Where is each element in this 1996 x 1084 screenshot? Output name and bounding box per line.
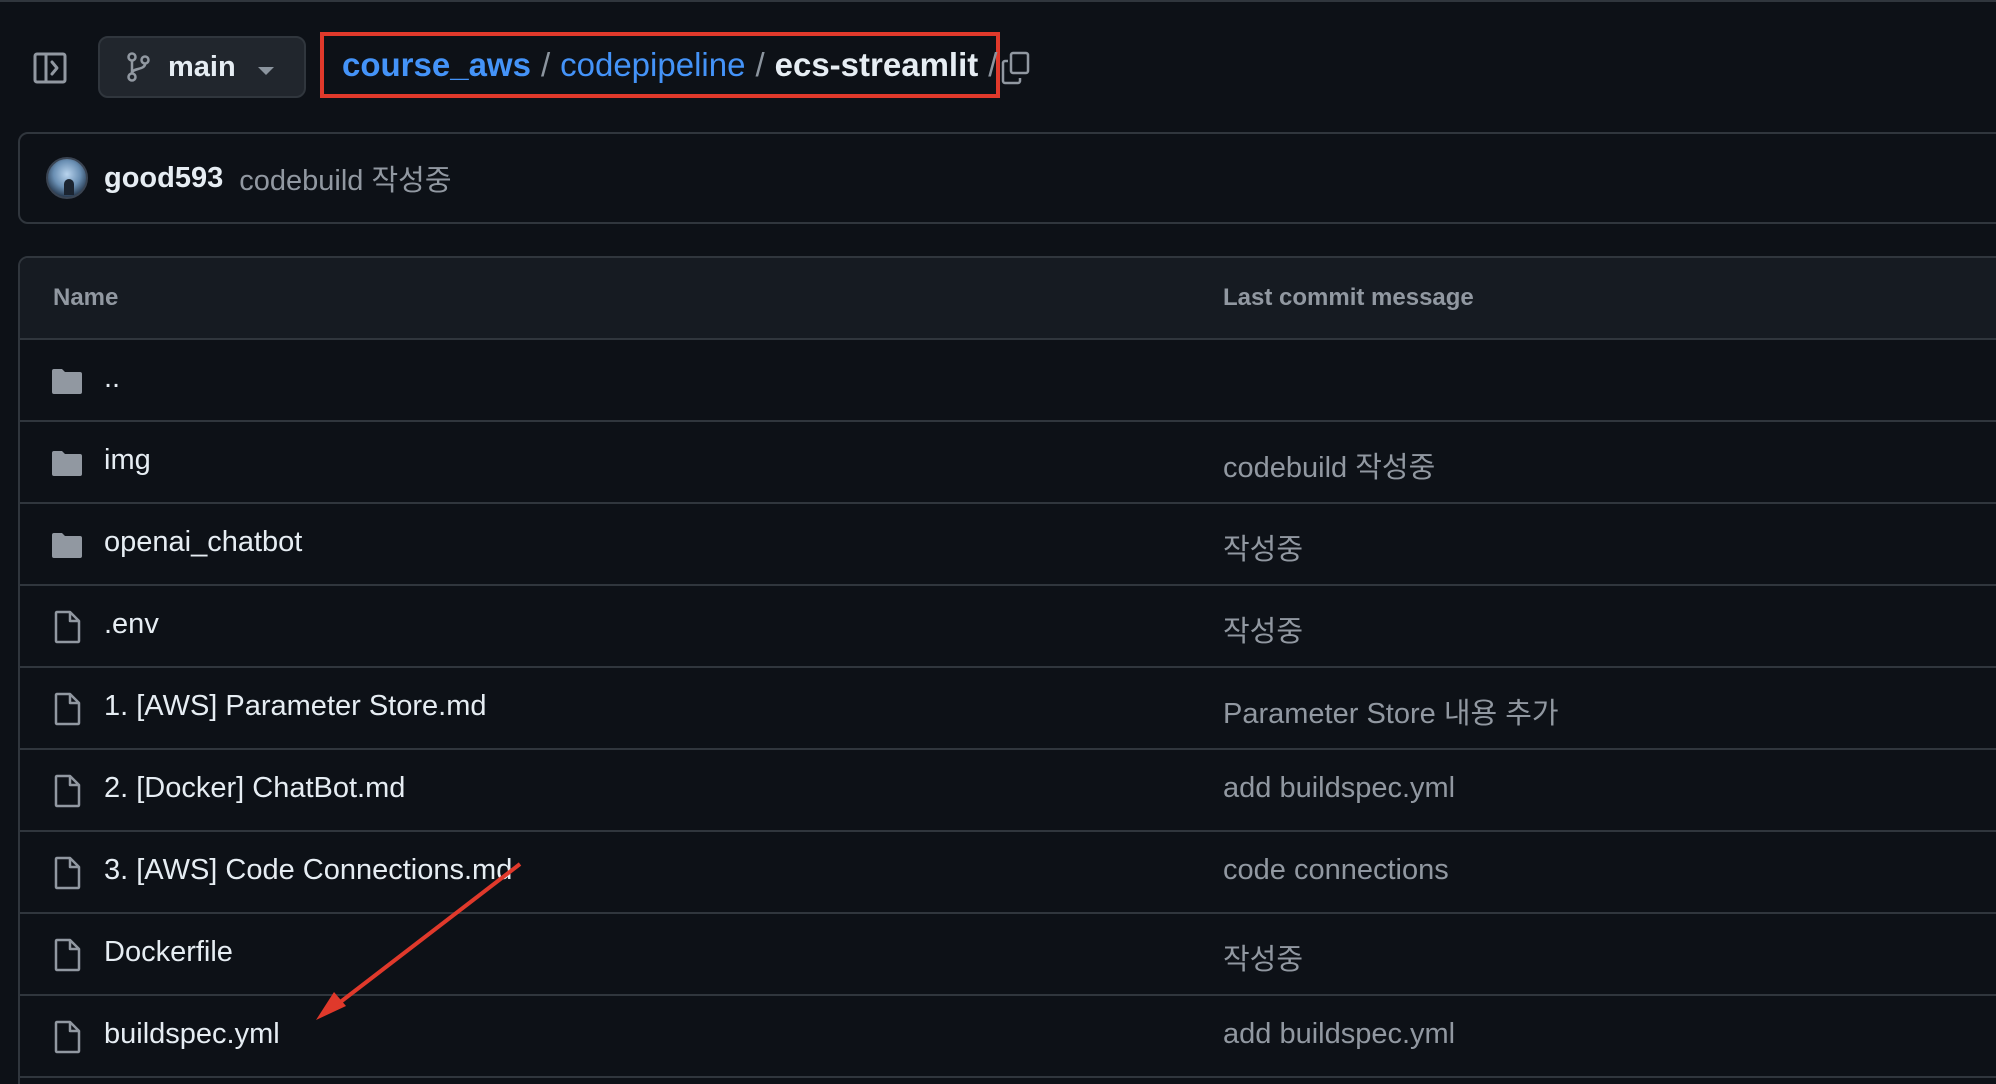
table-row[interactable]: buildspec.yml add buildspec.yml (20, 996, 1996, 1078)
commit-message[interactable]: codebuild 작성중 (239, 157, 451, 199)
breadcrumb-link-codepipeline[interactable]: codepipeline (560, 46, 745, 84)
file-icon (54, 610, 81, 644)
breadcrumb-separator: / (540, 46, 551, 83)
file-icon (54, 1020, 81, 1054)
file-name[interactable]: buildspec.yml (104, 1018, 280, 1051)
file-name[interactable]: Dockerfile (104, 936, 233, 969)
file-icon (54, 692, 81, 726)
commit-message-cell[interactable]: 작성중 (1223, 936, 1303, 978)
commit-author[interactable]: good593 (104, 162, 223, 195)
chevron-down-icon (258, 67, 274, 75)
breadcrumb-separator: / (988, 46, 998, 83)
git-branch-icon (127, 52, 150, 82)
table-row[interactable]: .. (20, 340, 1996, 422)
file-name[interactable]: openai_chatbot (104, 526, 302, 559)
file-icon (54, 938, 81, 972)
table-row[interactable]: Dockerfile 작성중 (20, 914, 1996, 996)
commit-message-cell[interactable]: add buildspec.yml (1223, 772, 1455, 805)
file-name[interactable]: img (104, 444, 151, 477)
table-row[interactable]: 2. [Docker] ChatBot.md add buildspec.yml (20, 750, 1996, 832)
file-name[interactable]: 2. [Docker] ChatBot.md (104, 772, 405, 805)
column-header-last-commit-message: Last commit message (1223, 284, 1474, 311)
copy-icon (1001, 51, 1030, 85)
file-icon (54, 774, 81, 808)
sidebar-expand-icon (33, 52, 67, 84)
header: main course_aws / codepipeline / ecs-str… (0, 2, 1996, 132)
table-row[interactable]: img codebuild 작성중 (20, 422, 1996, 504)
commit-message-cell[interactable]: codebuild 작성중 (1223, 444, 1435, 486)
latest-commit-bar: good593 codebuild 작성중 (18, 132, 1996, 224)
commit-message-cell[interactable]: code connections (1223, 854, 1449, 887)
file-table: Name Last commit message .. img codebuil… (18, 256, 1996, 1084)
copy-path-button[interactable] (1000, 50, 1032, 86)
sidebar-toggle-button[interactable] (30, 50, 70, 86)
commit-message-cell[interactable]: Parameter Store 내용 추가 (1223, 690, 1559, 732)
branch-label: main (168, 50, 236, 83)
file-icon (54, 856, 81, 890)
folder-icon (52, 369, 82, 394)
table-header: Name Last commit message (20, 258, 1996, 340)
column-header-name: Name (53, 284, 119, 311)
repo-file-browser: main course_aws / codepipeline / ecs-str… (0, 0, 1996, 1084)
avatar[interactable] (46, 157, 88, 199)
folder-icon (52, 451, 82, 476)
table-row[interactable]: 3. [AWS] Code Connections.md code connec… (20, 832, 1996, 914)
file-name[interactable]: .. (104, 362, 120, 395)
commit-message-cell[interactable]: 작성중 (1223, 608, 1303, 650)
commit-message-cell[interactable]: add buildspec.yml (1223, 1018, 1455, 1051)
table-row[interactable]: .env 작성중 (20, 586, 1996, 668)
file-name[interactable]: .env (104, 608, 159, 641)
table-row[interactable]: openai_chatbot 작성중 (20, 504, 1996, 586)
file-name[interactable]: 1. [AWS] Parameter Store.md (104, 690, 487, 723)
folder-icon (52, 533, 82, 558)
branch-select-button[interactable]: main (98, 36, 306, 98)
commit-message-cell[interactable]: 작성중 (1223, 526, 1303, 568)
breadcrumb-current: ecs-streamlit (774, 46, 979, 83)
breadcrumb-separator: / (755, 46, 765, 83)
breadcrumb: course_aws / codepipeline / ecs-streamli… (320, 32, 1000, 98)
table-row[interactable]: 1. [AWS] Parameter Store.md Parameter St… (20, 668, 1996, 750)
breadcrumb-link-course-aws[interactable]: course_aws (342, 46, 531, 84)
file-name[interactable]: 3. [AWS] Code Connections.md (104, 854, 512, 887)
